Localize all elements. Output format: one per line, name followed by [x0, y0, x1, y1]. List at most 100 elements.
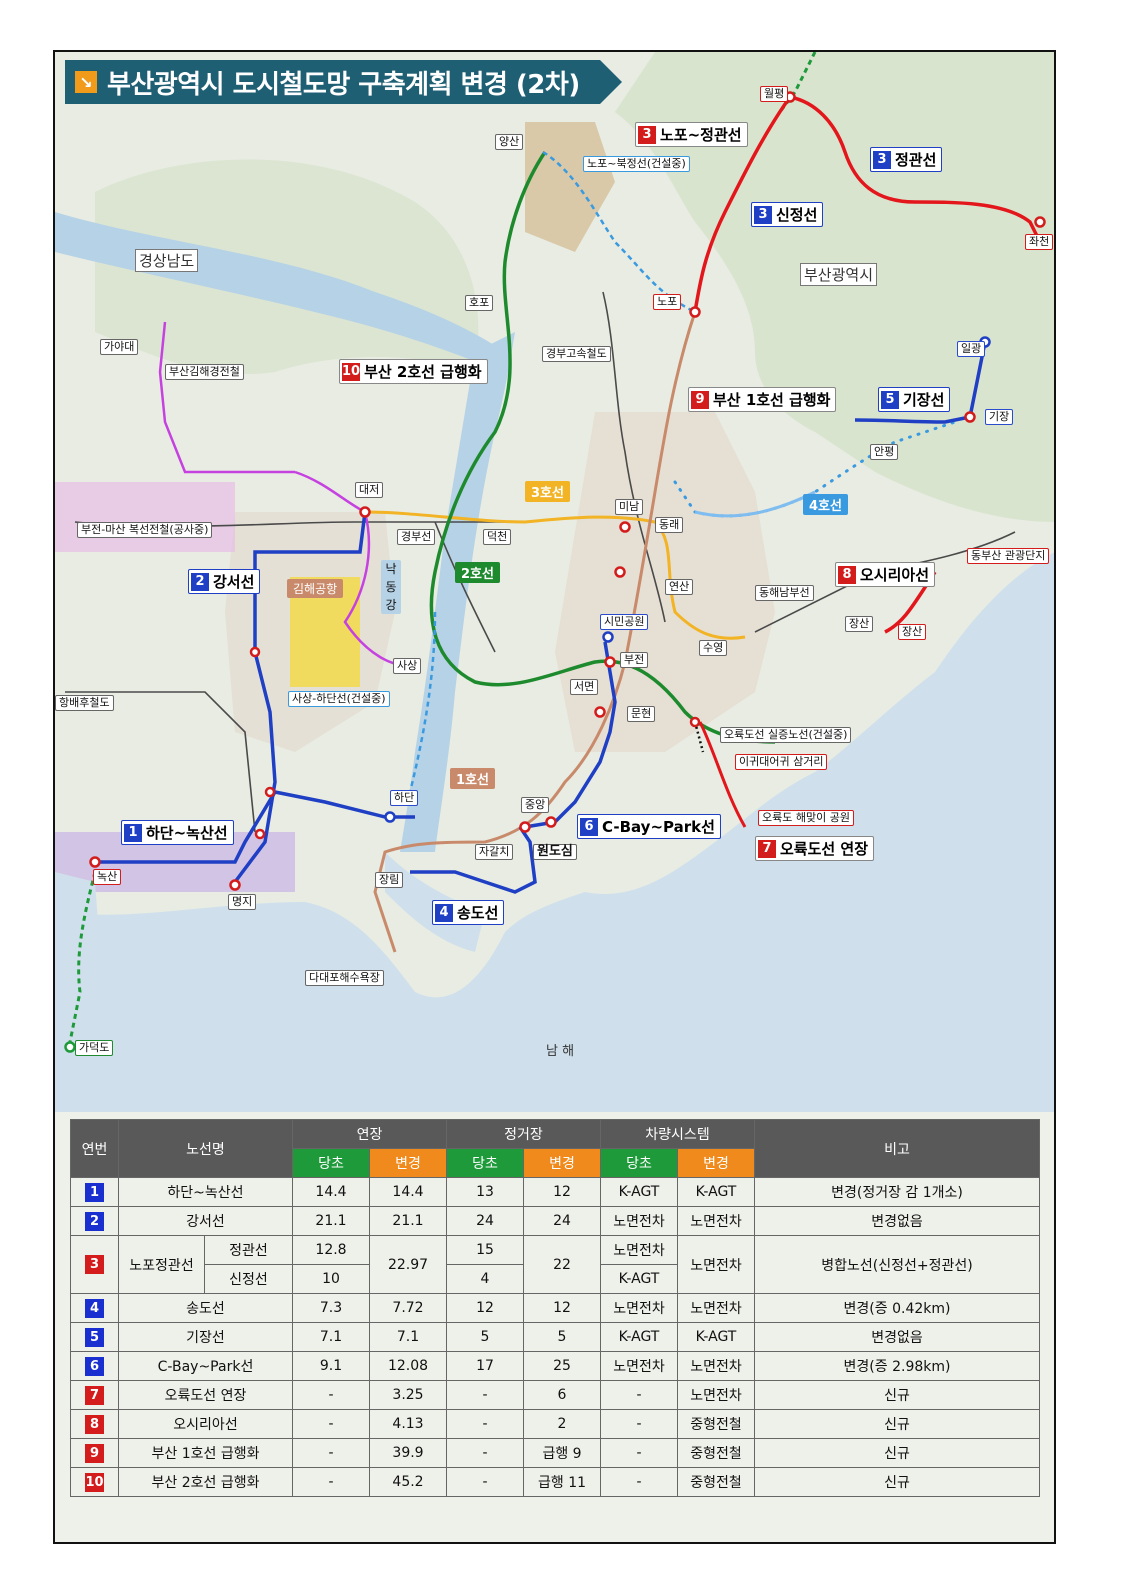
- cell-veh-after: 중형전철: [677, 1467, 755, 1497]
- label-cbay-park: 6 C-Bay~Park선: [577, 814, 721, 839]
- region-busan: 부산광역시: [800, 263, 881, 286]
- station-sasang: 사상: [393, 658, 422, 674]
- region-sea-text: 남 해: [546, 1044, 575, 1059]
- station-jangsan-2: 장산: [898, 624, 927, 640]
- cell-name: 하단~녹산선: [118, 1177, 293, 1207]
- cell-no: 4: [70, 1293, 119, 1323]
- station-seomyeon: 서면: [570, 679, 599, 695]
- station-wondosim: 원도심: [533, 844, 577, 860]
- cell-st-before: 4: [446, 1264, 524, 1294]
- cell-st-after: 25: [523, 1351, 601, 1381]
- station-wolpyeong: 월평: [760, 86, 789, 102]
- gadeokdo-marker: [64, 1041, 76, 1053]
- cell-len-before: 9.1: [292, 1351, 370, 1381]
- cell-name: 오륙도선 연장: [118, 1380, 293, 1410]
- label-bujeon-masan: 부전-마산 복선전철(공사중): [77, 522, 213, 538]
- cell-name: 강서선: [118, 1206, 293, 1236]
- region-gyeongnam-text: 경상남도: [135, 249, 199, 272]
- route-number-badge: 2: [85, 1211, 104, 1231]
- cell-st-after: 급행 9: [523, 1438, 601, 1468]
- cell-veh-after: K-AGT: [677, 1177, 755, 1207]
- arrow-down-right-icon: ↘: [75, 71, 97, 93]
- station-bujeon: 부전: [620, 652, 649, 668]
- station-dadaepo: 다대포해수욕장: [305, 970, 384, 986]
- cell-note: 병합노선(신정선+정관선): [754, 1235, 1040, 1294]
- map-area: ↘ 부산광역시 도시철도망 구축계획 변경 (2차) 경상남도 부산광역시 남 …: [55, 52, 1054, 1112]
- table-header-row-1: 연번 노선명 연장 정거장 차량시스템 비고: [70, 1119, 1040, 1178]
- cell-len-before: 12.8: [292, 1235, 370, 1265]
- simin-park-marker: [602, 631, 614, 643]
- cell-st-before: 12: [446, 1293, 524, 1323]
- cell-st-after: 6: [523, 1380, 601, 1410]
- label-hadan-noksan: 1 하단~녹산선: [121, 820, 234, 845]
- table-row: 4 송도선 7.3 7.72 12 12 노면전차 노면전차 변경(증 0.42km): [70, 1293, 1040, 1323]
- cell-no: 7: [70, 1380, 119, 1410]
- label-text: 송도선: [457, 904, 499, 922]
- cell-len-before: -: [292, 1467, 370, 1497]
- num-badge: 2: [191, 572, 209, 591]
- cell-len-after: 45.2: [369, 1467, 447, 1497]
- label-text: 부산 1호선 급행화: [713, 391, 831, 409]
- cell-no: 9: [70, 1438, 119, 1468]
- cell-note: 신규: [754, 1438, 1040, 1468]
- tag-line4: 4호선: [803, 494, 848, 515]
- cell-note: 변경(증 0.42km): [754, 1293, 1040, 1323]
- cell-veh-before: -: [600, 1467, 678, 1497]
- cell-note: 신규: [754, 1467, 1040, 1497]
- th-len-after: 변경: [369, 1148, 447, 1178]
- map-frame: ↘ 부산광역시 도시철도망 구축계획 변경 (2차) 경상남도 부산광역시 남 …: [53, 50, 1056, 1544]
- tag-line1: 1호선: [450, 768, 495, 789]
- cell-veh-after: 노면전차: [677, 1380, 755, 1410]
- region-busan-text: 부산광역시: [800, 263, 878, 286]
- label-osiria: 8 오시리아선: [835, 562, 936, 587]
- station-jangrim: 장림: [375, 872, 404, 888]
- region-gyeongnam: 경상남도: [135, 249, 202, 272]
- label-donghae-nambu: 동해남부선: [755, 585, 814, 601]
- cell-veh-after: 중형전철: [677, 1409, 755, 1439]
- label-gyeongbu-line: 경부선: [397, 529, 436, 545]
- station-simingongwon: 시민공원: [600, 614, 649, 630]
- cell-veh-after: 노면전차: [677, 1293, 755, 1323]
- cell-note: 변경(정거장 감 1개소): [754, 1177, 1040, 1207]
- th-st-before: 당초: [446, 1148, 524, 1178]
- cell-no: 2: [70, 1206, 119, 1236]
- cell-st-after: 24: [523, 1206, 601, 1236]
- cell-len-before: 7.3: [292, 1293, 370, 1323]
- table-row: 6 C-Bay~Park선 9.1 12.08 17 25 노면전차 노면전차 변경(증 2.9…: [70, 1351, 1040, 1381]
- cell-st-before: 24: [446, 1206, 524, 1236]
- th-st-after: 변경: [523, 1148, 601, 1178]
- label-sinjeong: 3 신정선: [751, 202, 824, 227]
- cell-veh-before: 노면전차: [600, 1206, 678, 1236]
- cell-len-after: 21.1: [369, 1206, 447, 1236]
- cell-len-after: 39.9: [369, 1438, 447, 1468]
- station-yangsan: 양산: [495, 134, 524, 150]
- tag-gimhae-airport: 김해공항: [287, 579, 344, 598]
- station-gadeokdo: 가덕도: [75, 1040, 114, 1056]
- cell-st-before: 17: [446, 1351, 524, 1381]
- cell-len-after: 4.13: [369, 1409, 447, 1439]
- map-title: 부산광역시 도시철도망 구축계획 변경 (2차): [107, 69, 580, 100]
- label-line1-express: 9 부산 1호선 급행화: [688, 387, 837, 412]
- cell-len-after: 7.72: [369, 1293, 447, 1323]
- cell-len-after: 3.25: [369, 1380, 447, 1410]
- table-row: 7 오륙도선 연장 -3.25-6- 노면전차 신규: [70, 1380, 1040, 1410]
- plan-table: 연번 노선명 연장 정거장 차량시스템 비고 당초 변경 당초 변경 당초 변경…: [70, 1119, 1040, 1497]
- plan-table-wrap: 연번 노선명 연장 정거장 차량시스템 비고 당초 변경 당초 변경 당초 변경…: [70, 1119, 1040, 1497]
- cell-veh-before: 노면전차: [600, 1293, 678, 1323]
- th-no: 연번: [70, 1119, 119, 1178]
- cell-len-before: 21.1: [292, 1206, 370, 1236]
- table-row: 8 오시리아선 -4.13-2- 중형전철 신규: [70, 1409, 1040, 1439]
- industrial-west: [55, 482, 235, 552]
- cell-len-after: 7.1: [369, 1322, 447, 1352]
- cell-no: 1: [70, 1177, 119, 1207]
- table-row: 10 부산 2호선 급행화 -45.2- 급행 11- 중형전철 신규: [70, 1467, 1040, 1497]
- table-row: 3 노포정관선 정관선 12.8 22.97 15 22 노면전차 노면전차 병합노선(신정선+정…: [70, 1235, 1040, 1294]
- cell-note: 변경없음: [754, 1206, 1040, 1236]
- label-gangseo: 2 강서선: [188, 569, 261, 594]
- label-text: 하단~녹산선: [146, 824, 228, 842]
- cell-veh-after: 노면전차: [677, 1206, 755, 1236]
- cell-len-before: -: [292, 1438, 370, 1468]
- table-row: 9 부산 1호선 급행화 -39.9- 급행 9- 중형전철 신규: [70, 1438, 1040, 1468]
- cell-st-after: 12: [523, 1293, 601, 1323]
- station-dongbusan: 동부산 관광단지: [967, 548, 1050, 564]
